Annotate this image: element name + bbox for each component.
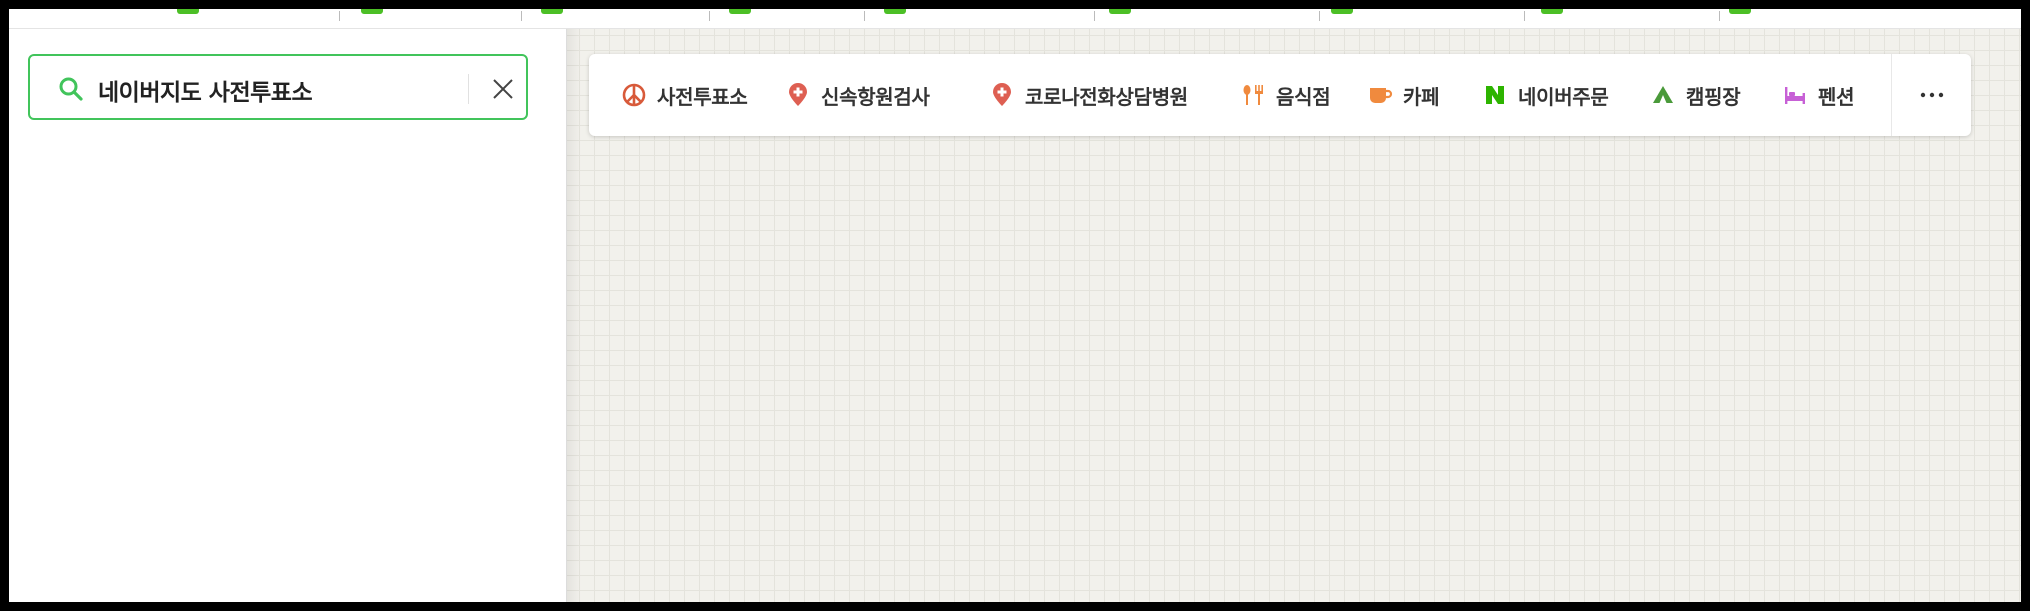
tab-separator xyxy=(1524,11,1525,21)
tab-separator xyxy=(521,11,522,21)
tab-favicon[interactable] xyxy=(361,9,383,14)
tab-separator xyxy=(339,11,340,21)
cafe-cup-icon xyxy=(1370,88,1393,103)
category-pension[interactable]: 펜션 xyxy=(1782,54,1855,136)
medical-pin-icon xyxy=(789,83,807,106)
more-categories-button[interactable] xyxy=(1892,54,1971,136)
tab-separator xyxy=(864,11,865,21)
search-input[interactable]: 네이버지도 사전투표소 xyxy=(98,73,313,107)
category-naver-order[interactable]: 네이버주문 xyxy=(1482,54,1609,136)
medical-pin-icon xyxy=(993,83,1011,106)
category-cafe[interactable]: 카페 xyxy=(1367,54,1440,136)
category-covid-phone-consult[interactable]: 코로나전화상담병원 xyxy=(989,54,1188,136)
tab-favicon[interactable] xyxy=(1109,9,1131,14)
category-label: 카페 xyxy=(1403,84,1440,109)
panel-shadow xyxy=(567,29,581,602)
tab-favicon[interactable] xyxy=(884,9,906,14)
close-icon[interactable] xyxy=(488,74,518,104)
tab-favicon[interactable] xyxy=(1331,9,1353,14)
tab-favicon[interactable] xyxy=(1541,9,1563,14)
category-label: 코로나전화상담병원 xyxy=(1025,84,1188,109)
category-camping[interactable]: 캠핑장 xyxy=(1650,54,1741,136)
category-early-voting[interactable]: 사전투표소 xyxy=(621,54,748,136)
tab-separator xyxy=(709,11,710,21)
peace-sign-icon xyxy=(622,83,646,107)
category-label: 네이버주문 xyxy=(1518,84,1609,109)
tab-favicon[interactable] xyxy=(1729,9,1751,14)
category-rapid-antigen-test[interactable]: 신속항원검사 xyxy=(785,54,930,136)
category-restaurant[interactable]: 음식점 xyxy=(1240,54,1331,136)
tab-favicon[interactable] xyxy=(177,9,199,14)
tab-favicon[interactable] xyxy=(541,9,563,14)
more-dots-icon xyxy=(1920,92,1943,98)
tab-separator xyxy=(1719,11,1720,21)
naver-n-icon xyxy=(1486,86,1504,104)
restaurant-icon xyxy=(1243,85,1263,105)
search-icon xyxy=(59,77,83,101)
category-label: 사전투표소 xyxy=(657,84,748,109)
tab-separator xyxy=(1094,11,1095,21)
search-panel: 네이버지도 사전투표소 xyxy=(9,29,567,602)
tab-separator xyxy=(1319,11,1320,21)
tab-favicon[interactable] xyxy=(729,9,751,14)
bed-icon xyxy=(1785,87,1805,104)
category-label: 신속항원검사 xyxy=(821,84,930,109)
category-label: 캠핑장 xyxy=(1686,84,1741,109)
category-label: 음식점 xyxy=(1276,84,1331,109)
browser-tab-strip xyxy=(9,9,2021,29)
tent-icon xyxy=(1653,86,1673,103)
category-bar: 사전투표소 신속항원검사 코로나전화상담병원 음식점 카페 네이버주문 캠핑장 … xyxy=(589,54,1971,136)
search-box[interactable]: 네이버지도 사전투표소 xyxy=(28,54,528,120)
search-divider xyxy=(468,74,469,104)
category-label: 펜션 xyxy=(1818,84,1855,109)
